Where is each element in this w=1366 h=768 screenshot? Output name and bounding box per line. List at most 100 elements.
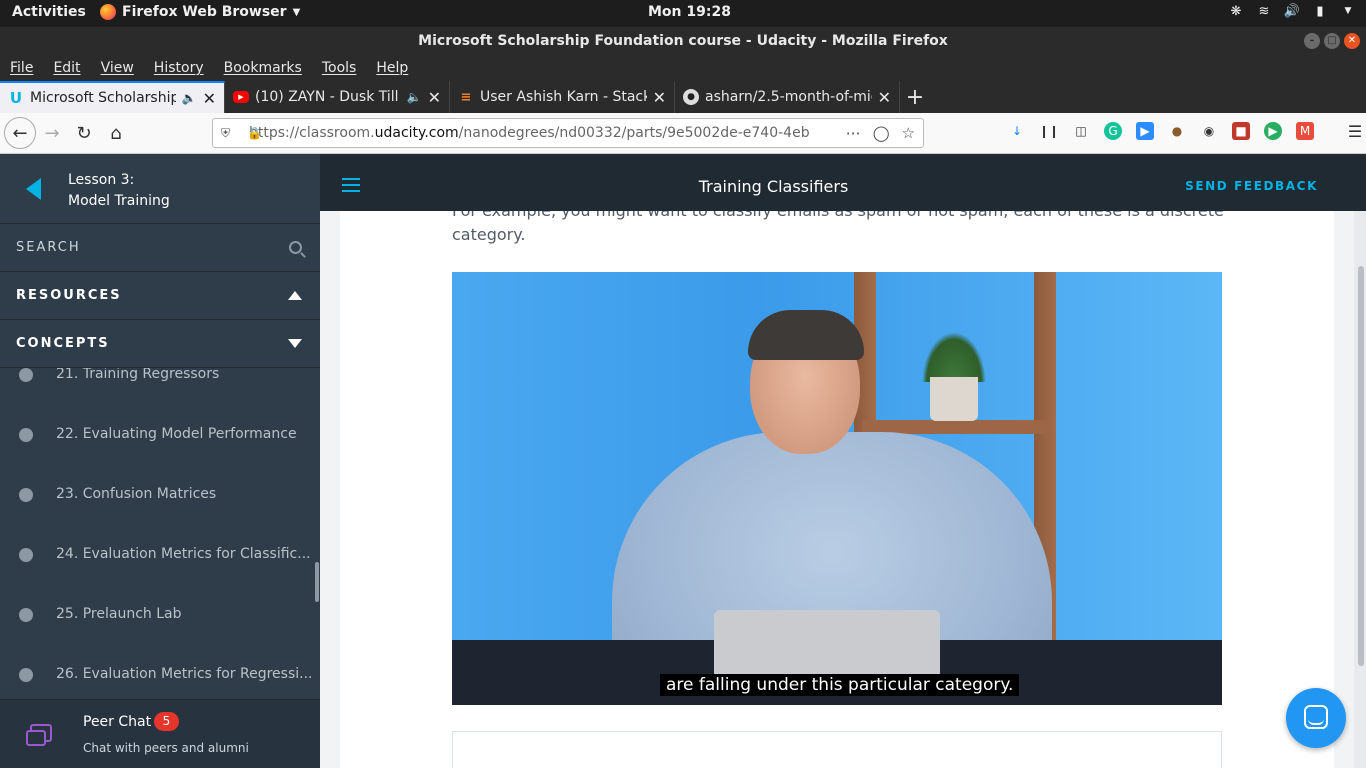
lesson-title: Model Training [68,193,170,209]
page-actions-icon[interactable]: ⋯ [846,124,861,142]
sidebar-search[interactable]: SEARCH [0,224,320,272]
status-dot-icon [19,488,33,502]
youtube-icon: ▶ [233,91,249,103]
tab-title: User Ashish Karn - Stack [480,89,647,105]
chevron-down-icon[interactable]: ▼ [1340,3,1356,19]
lock-icon[interactable]: 🔒 [247,126,262,140]
wifi-icon[interactable]: ≋ [1256,3,1272,19]
activities-button[interactable]: Activities [12,4,86,20]
forward-button[interactable]: → [36,117,68,149]
concept-item[interactable]: 25. Prelaunch Lab [0,600,320,630]
lesson-label: Lesson 3: Model Training [68,170,170,212]
url-text[interactable]: https://classroom.udacity.com/nanodegree… [249,125,809,141]
concept-label: 26. Evaluation Metrics for Regressi... [56,666,313,682]
cookie-icon[interactable]: ● [1168,122,1186,140]
concept-item[interactable]: 23. Confusion Matrices [0,480,320,510]
menu-bookmarks[interactable]: Bookmarks [224,60,302,76]
caret-down-icon [288,339,302,348]
speaker-icon[interactable]: 🔈 [182,91,197,105]
tab-github[interactable]: ● asharn/2.5-month-of-mic ✕ [675,81,900,113]
concepts-list: 21. Training Regressors 22. Evaluating M… [0,368,320,698]
sidebar-icon[interactable]: ◫ [1072,122,1090,140]
menu-view[interactable]: View [101,60,134,76]
volume-icon[interactable]: 🔊 [1284,3,1300,19]
tab-stackoverflow[interactable]: ≡ User Ashish Karn - Stack ✕ [450,81,675,113]
video-frame [714,610,940,680]
bookmark-star-icon[interactable]: ☆ [902,124,915,142]
close-window-button[interactable]: ✕ [1344,33,1360,49]
tab-youtube[interactable]: ▶ (10) ZAYN - Dusk Till D 🔈 ✕ [225,81,450,113]
concept-item[interactable]: 24. Evaluation Metrics for Classific... [0,540,320,570]
tab-title: (10) ZAYN - Dusk Till D [255,89,401,105]
account-icon[interactable]: ◉ [1200,122,1218,140]
menu-history[interactable]: History [154,60,204,76]
extension-icon[interactable]: ■ [1232,122,1250,140]
pocket-icon[interactable]: ◯ [873,124,890,142]
lesson-header[interactable]: Lesson 3: Model Training [0,154,320,224]
send-feedback-link[interactable]: SEND FEEDBACK [1185,179,1318,193]
tracking-protection-icon[interactable]: ⛨ [221,126,230,141]
page-title: Training Classifiers [698,177,849,196]
concept-item[interactable]: 26. Evaluation Metrics for Regressi... [0,660,320,690]
scrollbar-thumb[interactable] [1358,266,1364,666]
video-player[interactable]: are falling under this particular catego… [452,272,1222,705]
reload-button[interactable]: ↻ [68,117,100,149]
close-tab-icon[interactable]: ✕ [878,88,891,107]
page: Lesson 3: Model Training SEARCH RESOURCE… [0,154,1366,768]
concepts-toggle[interactable]: CONCEPTS [0,320,320,368]
close-tab-icon[interactable]: ✕ [428,88,441,107]
gnome-top-bar: Activities Firefox Web Browser ▼ Mon 19:… [0,0,1366,27]
concept-label: 24. Evaluation Metrics for Classific... [56,546,311,562]
peer-chat[interactable]: Peer Chat 5 Chat with peers and alumni [0,699,320,768]
content-header: Training Classifiers SEND FEEDBACK [320,154,1366,211]
speaker-icon[interactable]: 🔈 [407,90,422,104]
back-button[interactable]: ← [4,117,36,149]
back-arrow-icon[interactable] [26,178,41,200]
sidebar-scrollbar[interactable] [315,562,319,602]
concept-item[interactable]: 22. Evaluating Model Performance [0,420,320,450]
hamburger-menu-icon[interactable]: ☰ [1346,122,1364,141]
status-dot-icon [19,548,33,562]
window-controls: – □ ✕ [1304,33,1360,49]
zoom-icon[interactable]: ▶ [1136,122,1154,140]
main-scrollbar[interactable] [1354,211,1366,768]
concept-label: 25. Prelaunch Lab [56,606,182,622]
close-tab-icon[interactable]: ✕ [653,88,666,107]
menu-tools[interactable]: Tools [322,60,357,76]
peer-chat-subtitle: Chat with peers and alumni [83,741,249,755]
udacity-icon: U [9,89,23,107]
url-bar[interactable]: ⛨ 🔒 https://classroom.udacity.com/nanode… [212,118,924,148]
system-tray: ❋ ≋ 🔊 ▮ ▼ [1228,3,1356,19]
concept-label: 23. Confusion Matrices [56,486,217,502]
clock[interactable]: Mon 19:28 [648,4,731,20]
classroom-sidebar: Lesson 3: Model Training SEARCH RESOURCE… [0,154,320,768]
resources-toggle[interactable]: RESOURCES [0,272,320,320]
new-tab-button[interactable]: + [900,81,930,113]
menu-help[interactable]: Help [376,60,408,76]
extension-red-icon[interactable]: M [1296,122,1314,140]
maximize-button[interactable]: □ [1324,33,1340,49]
menu-edit[interactable]: Edit [53,60,80,76]
github-icon: ● [683,89,699,105]
slack-icon[interactable]: ❋ [1228,3,1244,19]
peer-chat-title: Peer Chat [83,714,152,730]
grammarly-icon[interactable]: G [1104,122,1122,140]
minimize-button[interactable]: – [1304,33,1320,49]
window-title: Microsoft Scholarship Foundation course … [418,33,948,49]
status-dot-icon [19,668,33,682]
extension-green-icon[interactable]: ▶ [1264,122,1282,140]
tab-udacity[interactable]: U Microsoft Scholarship 🔈 ✕ [0,81,225,113]
battery-icon[interactable]: ▮ [1312,3,1328,19]
search-icon[interactable] [289,241,302,254]
content-card: For example, you might want to classify … [340,211,1334,768]
concept-item[interactable]: 21. Training Regressors [0,368,320,390]
library-icon[interactable]: ❙❙ [1039,122,1059,140]
video-caption: are falling under this particular catego… [660,674,1020,696]
close-tab-icon[interactable]: ✕ [203,89,216,108]
app-menu[interactable]: Firefox Web Browser ▼ [100,4,300,20]
main-content: For example, you might want to classify … [320,211,1366,768]
menu-file[interactable]: File [10,60,33,76]
download-icon[interactable]: ↓ [1008,122,1026,140]
home-button[interactable]: ⌂ [100,117,132,149]
help-chat-button[interactable] [1286,688,1346,748]
